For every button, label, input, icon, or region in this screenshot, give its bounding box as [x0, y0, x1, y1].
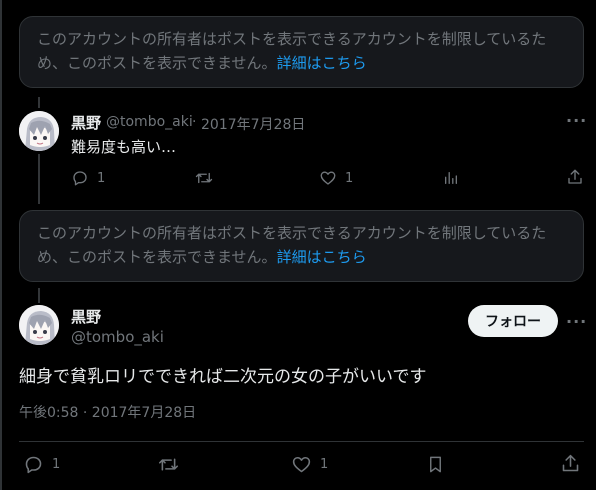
- post-text: 難易度も高い…: [71, 138, 177, 156]
- views-icon: [445, 172, 457, 184]
- repost-icon: [195, 172, 213, 184]
- left-border: [0, 0, 2, 490]
- author-handle[interactable]: @tombo_aki: [71, 328, 164, 346]
- avatar-image: [19, 111, 59, 151]
- repost-icon: [158, 458, 179, 471]
- bookmark-button[interactable]: [426, 454, 445, 475]
- author-name[interactable]: 黒野: [71, 306, 101, 327]
- share-button[interactable]: [560, 453, 581, 474]
- bookmark-icon: [430, 456, 441, 473]
- restricted-post-notice: このアカウントの所有者はポストを表示できるアカウントを制限しているため、このポス…: [19, 210, 584, 282]
- share-button[interactable]: [566, 168, 584, 186]
- share-icon: [568, 169, 582, 184]
- like-button[interactable]: 1: [319, 169, 353, 187]
- post-timestamp[interactable]: 午後0:58 · 2017年7月28日: [19, 402, 196, 422]
- thread-connector: [38, 288, 40, 303]
- more-icon[interactable]: ···: [566, 111, 587, 130]
- reply-button[interactable]: 1: [71, 169, 105, 187]
- post-date[interactable]: 2017年7月28日: [201, 114, 305, 134]
- avatar[interactable]: [19, 305, 59, 345]
- reply-icon: [25, 456, 42, 474]
- author-name[interactable]: 黒野: [71, 112, 101, 133]
- like-count: 1: [320, 457, 329, 472]
- more-icon[interactable]: ···: [566, 312, 587, 331]
- follow-button[interactable]: フォロー: [468, 305, 558, 337]
- like-icon: [320, 171, 336, 185]
- restricted-post-notice: このアカウントの所有者はポストを表示できるアカウントを制限しているため、このポス…: [19, 16, 584, 88]
- repost-button[interactable]: [157, 454, 180, 475]
- separator-dot: ·: [192, 114, 197, 130]
- avatar-image: [19, 305, 59, 345]
- views-button[interactable]: [443, 169, 459, 187]
- learn-more-link[interactable]: 詳細はこちら: [277, 248, 367, 266]
- share-icon: [562, 454, 579, 472]
- like-button[interactable]: 1: [291, 454, 328, 475]
- reply-count: 1: [52, 457, 61, 472]
- reply-icon: [73, 171, 87, 186]
- like-icon: [292, 456, 311, 473]
- post-text: 細身で貧乳ロリでできれば二次元の女の子がいいです: [19, 367, 427, 387]
- avatar[interactable]: [19, 111, 59, 151]
- reply-count: 1: [97, 170, 106, 186]
- like-count: 1: [345, 170, 354, 186]
- learn-more-link[interactable]: 詳細はこちら: [277, 54, 367, 72]
- author-handle[interactable]: @tombo_aki: [106, 114, 193, 130]
- repost-button[interactable]: [194, 169, 214, 187]
- reply-button[interactable]: 1: [23, 454, 60, 475]
- thread-connector: [38, 154, 40, 204]
- thread-connector: [38, 97, 40, 108]
- divider: [19, 441, 584, 442]
